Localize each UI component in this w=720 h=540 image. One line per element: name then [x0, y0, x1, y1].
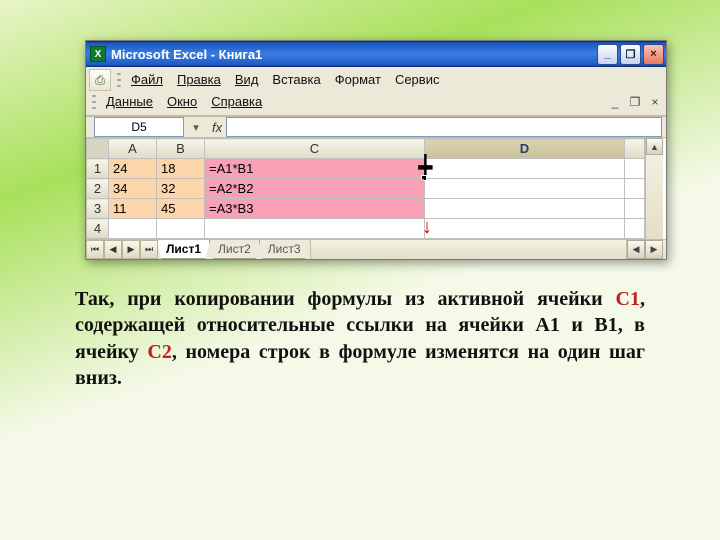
- cell-end: [625, 159, 645, 179]
- mdi-minimize-button[interactable]: _: [607, 94, 623, 110]
- col-header-a[interactable]: A: [109, 139, 157, 159]
- fx-label[interactable]: fx: [212, 120, 222, 135]
- scroll-track[interactable]: [646, 155, 663, 239]
- cell-a4[interactable]: [109, 219, 157, 239]
- menu-tools[interactable]: Сервис: [388, 69, 447, 91]
- cell-c1-value: =A1*B1: [209, 161, 253, 176]
- sheet-nav-last[interactable]: ⏭: [140, 240, 158, 259]
- name-box[interactable]: D5: [94, 117, 184, 137]
- menu-view[interactable]: Вид: [228, 69, 266, 91]
- sheet-tab-3[interactable]: Лист3: [259, 240, 310, 259]
- cell-c3-value: =A3*B3: [209, 201, 253, 216]
- scroll-left-button[interactable]: ◀: [627, 240, 645, 259]
- cell-c2[interactable]: =A2*B2: [205, 179, 425, 199]
- cell-b4[interactable]: [157, 219, 205, 239]
- app-icon: X: [90, 46, 106, 62]
- sheet-tab-bar: ⏮ ◀ ▶ ⏭ Лист1 Лист2 Лист3 ◀ ▶: [86, 239, 666, 259]
- table-row: 2 34 32 =A2*B2: [87, 179, 645, 199]
- cell-b1[interactable]: 18: [157, 159, 205, 179]
- table-row: 4: [87, 219, 645, 239]
- row-header-4[interactable]: 4: [87, 219, 109, 239]
- formula-bar: D5 ▾ fx: [86, 116, 666, 138]
- cell-c3[interactable]: =A3*B3 ↓: [205, 199, 425, 219]
- spreadsheet-grid[interactable]: A B C D 1 24 18 =A1*B1 ┿: [86, 138, 645, 239]
- scroll-right-button[interactable]: ▶: [645, 240, 663, 259]
- sheet-tab-1[interactable]: Лист1: [157, 240, 210, 259]
- cell-b2[interactable]: 32: [157, 179, 205, 199]
- row-header-1[interactable]: 1: [87, 159, 109, 179]
- table-row: 3 11 45 =A3*B3 ↓: [87, 199, 645, 219]
- close-button[interactable]: ×: [643, 44, 664, 65]
- menu-format[interactable]: Формат: [328, 69, 388, 91]
- col-header-d[interactable]: D: [425, 139, 625, 159]
- menu-edit[interactable]: Правка: [170, 69, 228, 91]
- menu-insert[interactable]: Вставка: [265, 69, 327, 91]
- mdi-restore-button[interactable]: ❐: [627, 94, 643, 110]
- cell-d3[interactable]: [425, 199, 625, 219]
- caption-text: Так, при копировании формулы из активной…: [75, 286, 645, 392]
- row-header-3[interactable]: 3: [87, 199, 109, 219]
- vertical-scrollbar[interactable]: ▲: [645, 138, 663, 239]
- cell-a2[interactable]: 34: [109, 179, 157, 199]
- namebox-dropdown-icon[interactable]: ▾: [187, 118, 205, 136]
- sheet-tab-2[interactable]: Лист2: [209, 240, 260, 259]
- formula-input[interactable]: [226, 117, 662, 137]
- sheet-nav-prev[interactable]: ◀: [104, 240, 122, 259]
- cell-d2[interactable]: [425, 179, 625, 199]
- cell-a1[interactable]: 24: [109, 159, 157, 179]
- maximize-button[interactable]: ❐: [620, 44, 641, 65]
- scroll-up-button[interactable]: ▲: [646, 138, 663, 155]
- cell-d1[interactable]: [425, 159, 625, 179]
- cell-end: [625, 199, 645, 219]
- caption-ref-c1: С1: [616, 288, 640, 310]
- menu-help[interactable]: Справка: [204, 91, 269, 113]
- cell-b3[interactable]: 45: [157, 199, 205, 219]
- cell-c4[interactable]: [205, 219, 425, 239]
- menu-grip-icon[interactable]: [92, 93, 96, 111]
- cell-end: [625, 219, 645, 239]
- cell-d4[interactable]: [425, 219, 625, 239]
- menu-data[interactable]: Данные: [99, 91, 160, 113]
- hscroll-track[interactable]: [310, 240, 626, 259]
- cell-end: [625, 179, 645, 199]
- menu-file[interactable]: Файл: [124, 69, 170, 91]
- mdi-close-button[interactable]: ×: [647, 94, 663, 110]
- excel-window: X Microsoft Excel - Книга1 _ ❐ × ⎙ Файл …: [85, 40, 667, 260]
- grid-area: A B C D 1 24 18 =A1*B1 ┿: [86, 138, 666, 239]
- cell-c1[interactable]: =A1*B1 ┿: [205, 159, 425, 179]
- titlebar: X Microsoft Excel - Книга1 _ ❐ ×: [86, 41, 666, 67]
- sheet-nav-first[interactable]: ⏮: [86, 240, 104, 259]
- toolbar-icon[interactable]: ⎙: [89, 69, 111, 91]
- menubar: ⎙ Файл Правка Вид Вставка Формат Сервис …: [86, 67, 666, 116]
- col-header-b[interactable]: B: [157, 139, 205, 159]
- col-header-end: [625, 139, 645, 159]
- select-all-corner[interactable]: [87, 139, 109, 159]
- row-header-2[interactable]: 2: [87, 179, 109, 199]
- minimize-button[interactable]: _: [597, 44, 618, 65]
- caption-ref-c2: С2: [147, 341, 171, 363]
- sheet-nav-next[interactable]: ▶: [122, 240, 140, 259]
- table-row: 1 24 18 =A1*B1 ┿: [87, 159, 645, 179]
- cell-a3[interactable]: 11: [109, 199, 157, 219]
- window-title: Microsoft Excel - Книга1: [111, 47, 595, 62]
- menu-window[interactable]: Окно: [160, 91, 204, 113]
- menu-grip-icon[interactable]: [117, 71, 121, 89]
- col-header-c[interactable]: C: [205, 139, 425, 159]
